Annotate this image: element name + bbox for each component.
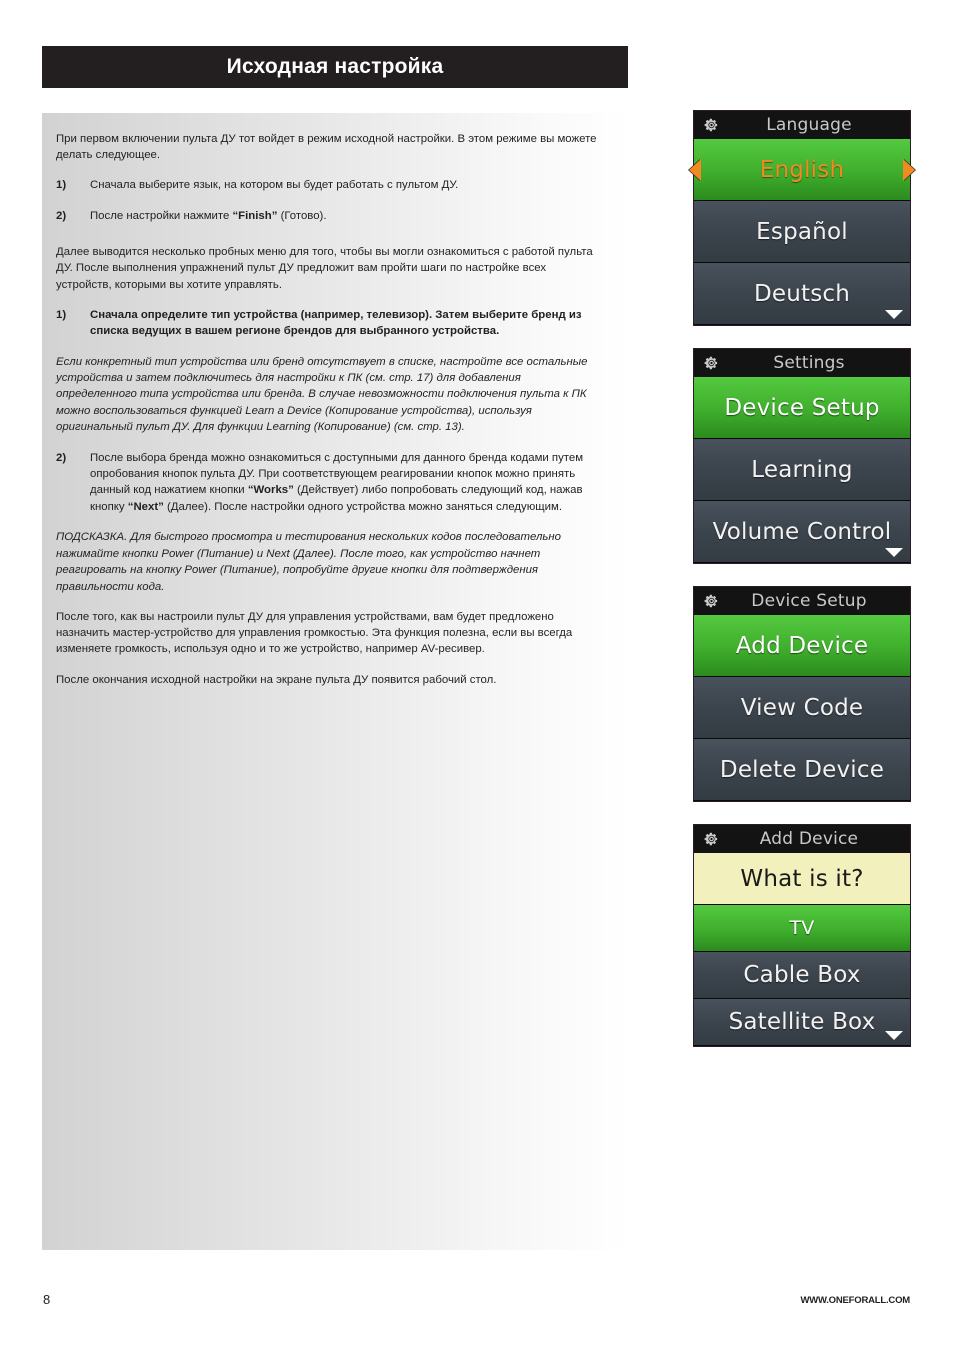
list-item: 1) Сначала определите тип устройства (на…	[56, 307, 600, 340]
screen-titlebar: Language	[694, 111, 910, 139]
menu-item-label: Device Setup	[724, 394, 880, 421]
menu-item-add-device[interactable]: Add Device	[694, 615, 910, 677]
menu-item-label: Deutsch	[753, 280, 851, 307]
list-number: 1)	[56, 179, 67, 192]
list-text-after: (Готово).	[277, 209, 327, 222]
menu-item-label: TV	[789, 917, 815, 939]
menu-item-volume-control[interactable]: Volume Control	[694, 501, 910, 563]
list-item: 2) После выбора бренда можно ознакомитьс…	[56, 450, 600, 516]
works-button-ref: “Works”	[247, 484, 294, 497]
screen-titlebar: Device Setup	[694, 587, 910, 615]
menu-item-cable-box[interactable]: Cable Box	[694, 952, 910, 999]
list-text: Сначала определите тип устройства (напри…	[90, 308, 582, 338]
gear-icon	[704, 118, 718, 132]
screen-title: Language	[766, 115, 852, 135]
italic-note-1: Если конкретный тип устройства или бренд…	[56, 355, 588, 434]
screen-title: Settings	[773, 353, 845, 373]
menu-item-espanol[interactable]: Español	[694, 201, 910, 263]
screen-device-setup: Device Setup Add Device View Code Delete…	[694, 587, 910, 801]
menu-item-label: Español	[756, 218, 848, 245]
menu-item-label: Cable Box	[743, 962, 861, 988]
arrow-left-icon[interactable]	[689, 158, 701, 181]
list-text: После выбора бренда можно ознакомиться с…	[90, 450, 600, 516]
list-text-part-3: (Далее). После настройки одного устройст…	[163, 500, 563, 513]
menu-item-what-is-it[interactable]: What is it?	[694, 853, 910, 905]
list-text: Сначала выберите язык, на котором вы буд…	[90, 179, 459, 192]
menu-item-learning[interactable]: Learning	[694, 439, 910, 501]
menu-item-device-setup[interactable]: Device Setup	[694, 377, 910, 439]
italic-tip-note: ПОДСКАЗКА. Для быстрого просмотра и тест…	[56, 531, 561, 593]
content-panel: При первом включении пульта ДУ тот войде…	[42, 113, 628, 1250]
menu-item-label: Satellite Box	[728, 1009, 876, 1035]
scroll-down-icon[interactable]	[885, 310, 903, 319]
scroll-down-icon[interactable]	[885, 548, 903, 557]
finish-button-ref: “Finish”	[232, 209, 278, 222]
menu-item-deutsch[interactable]: Deutsch	[694, 263, 910, 325]
menu-item-satellite-box[interactable]: Satellite Box	[694, 999, 910, 1046]
paragraph-3: После того, как вы настроили пульт ДУ дл…	[56, 610, 573, 656]
gear-icon	[704, 356, 718, 370]
list-number: 2)	[56, 451, 67, 464]
list-item: 2) После настройки нажмите “Finish” (Гот…	[56, 208, 600, 224]
screen-language: Language English Español Deutsch	[689, 111, 915, 325]
footer-website-url: WWW.ONEFORALL.COM	[800, 1295, 910, 1306]
screen-title: Add Device	[759, 829, 859, 849]
list-text-before: После настройки нажмите	[90, 209, 233, 222]
paragraph-4: После окончания исходной настройки на эк…	[56, 673, 497, 686]
device-screen-mockups: Language English Español Deutsch Setting…	[689, 111, 915, 1070]
scroll-down-icon[interactable]	[885, 1031, 903, 1040]
menu-item-label: Learning	[751, 456, 853, 483]
menu-item-label: What is it?	[740, 865, 864, 892]
arrow-right-icon[interactable]	[903, 158, 915, 181]
screen-titlebar: Settings	[694, 349, 910, 377]
screen-add-device: Add Device What is it? TV Cable Box Sate…	[694, 825, 910, 1046]
list-number: 2)	[56, 209, 67, 222]
list-number: 1)	[56, 308, 67, 321]
page-title-bar: Исходная настройка	[42, 46, 628, 88]
list-item: 1) Сначала выберите язык, на котором вы …	[56, 177, 600, 193]
page-title: Исходная настройка	[226, 55, 444, 78]
page-number: 8	[43, 1292, 51, 1307]
menu-item-view-code[interactable]: View Code	[694, 677, 910, 739]
paragraph-2: Далее выводится несколько пробных меню д…	[56, 246, 593, 291]
list-text: После настройки нажмите “Finish” (Готово…	[90, 208, 600, 224]
menu-item-english[interactable]: English	[689, 139, 915, 201]
menu-item-label: English	[759, 156, 845, 183]
intro-paragraph: При первом включении пульта ДУ тот войде…	[56, 133, 597, 162]
menu-item-label: Volume Control	[712, 518, 892, 545]
gear-icon	[704, 594, 718, 608]
menu-item-label: Add Device	[735, 632, 869, 659]
menu-item-label: View Code	[740, 694, 864, 721]
screen-settings: Settings Device Setup Learning Volume Co…	[694, 349, 910, 563]
screen-title: Device Setup	[751, 591, 867, 611]
menu-item-tv[interactable]: TV	[694, 905, 910, 952]
screen-titlebar: Add Device	[694, 825, 910, 853]
menu-item-label: Delete Device	[719, 756, 885, 783]
gear-icon	[704, 832, 718, 846]
next-button-ref: “Next”	[127, 500, 164, 513]
menu-item-delete-device[interactable]: Delete Device	[694, 739, 910, 801]
